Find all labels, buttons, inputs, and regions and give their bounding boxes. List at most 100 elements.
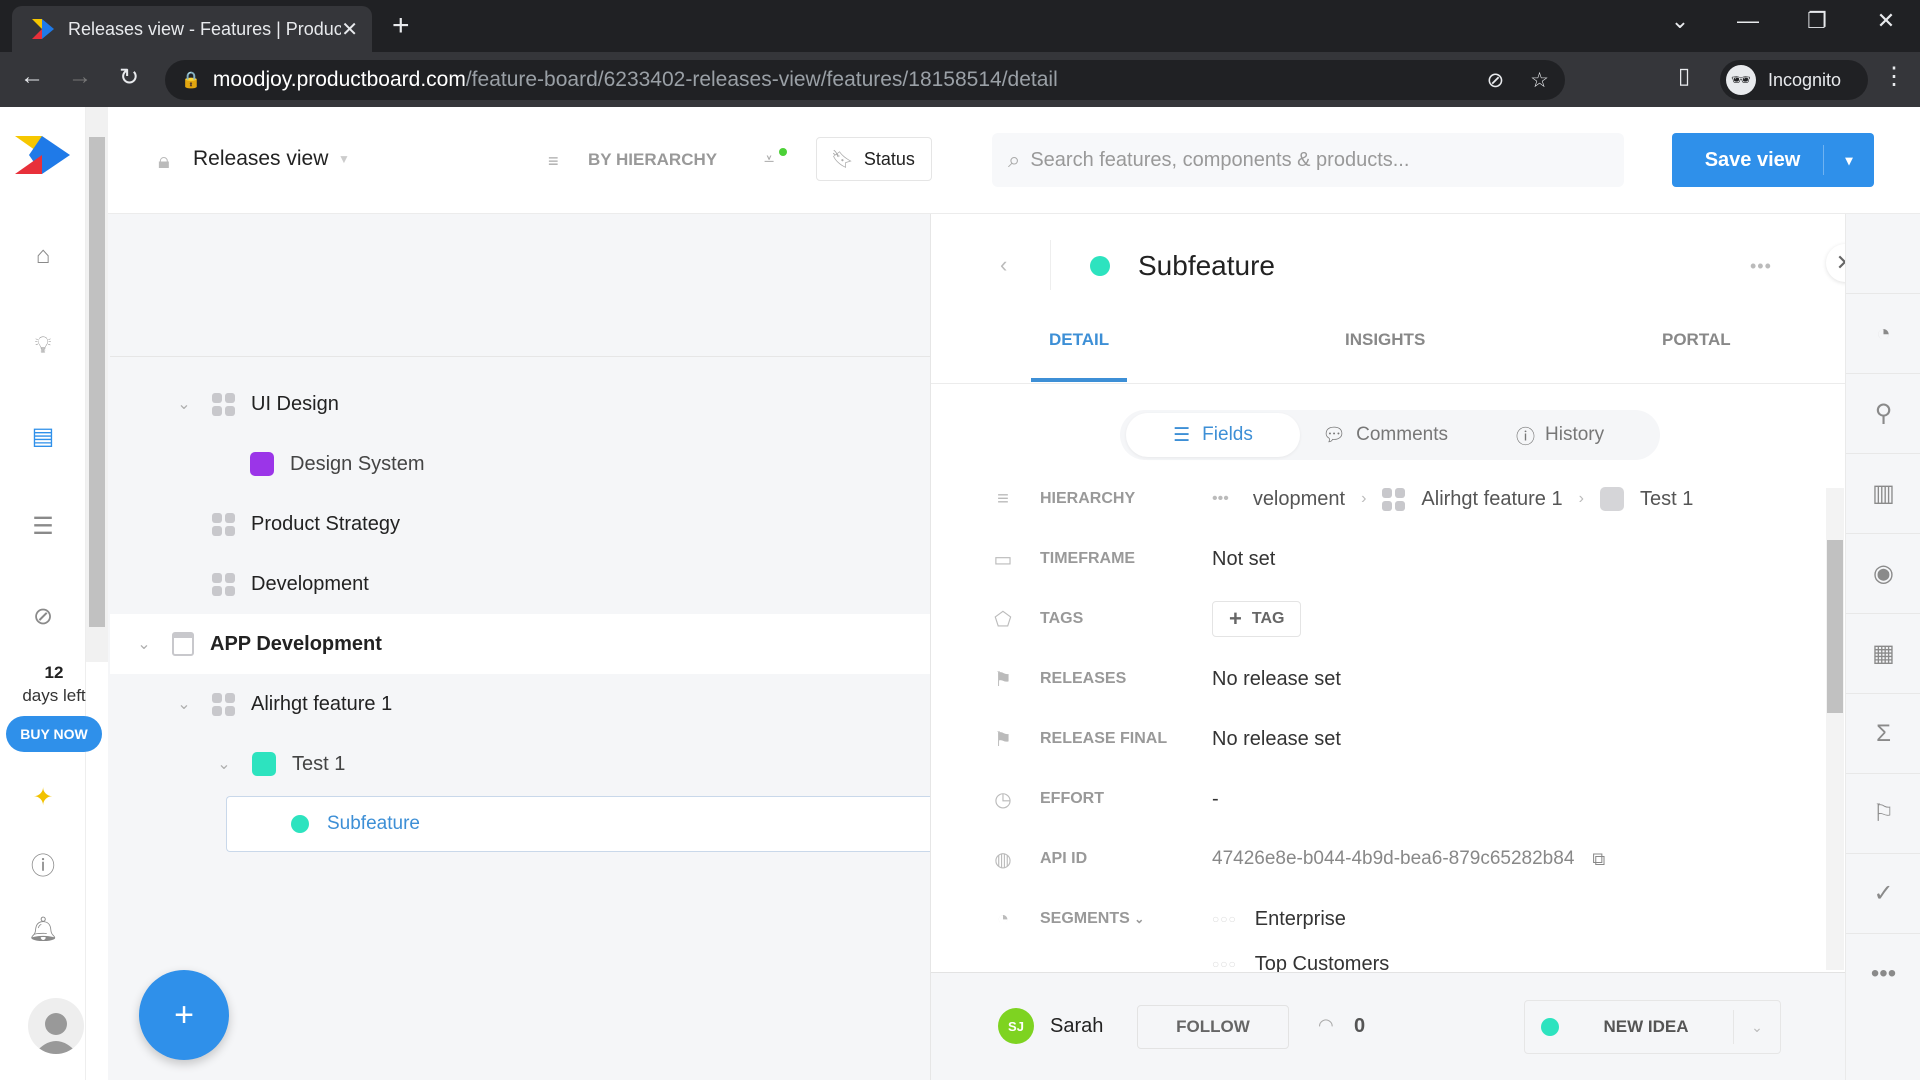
compass-icon[interactable]: ⊘ xyxy=(22,595,64,637)
roadmap-icon[interactable]: ☰ xyxy=(22,505,64,547)
chevron-down-icon[interactable]: ⌄ xyxy=(1734,1019,1780,1036)
search-icon: ⌕ xyxy=(1008,147,1021,172)
tab-portal[interactable]: PORTAL xyxy=(1662,330,1731,350)
tab-detail[interactable]: DETAIL xyxy=(1049,330,1109,350)
search-input[interactable]: ⌕ Search features, components & products.… xyxy=(992,133,1624,187)
product-icon xyxy=(172,632,194,656)
follow-button[interactable]: FOLLOW xyxy=(1137,1005,1289,1049)
company-icon[interactable]: ▥ xyxy=(1846,454,1920,534)
status-dropdown[interactable]: NEW IDEA ⌄ xyxy=(1524,1000,1781,1054)
trial-days-label: days left xyxy=(22,686,86,705)
save-view-button[interactable]: Save view ▾ xyxy=(1672,133,1874,187)
close-window-icon[interactable]: ✕ xyxy=(1866,8,1906,34)
tree-row[interactable]: Product Strategy xyxy=(110,494,930,554)
detail-title[interactable]: Subfeature xyxy=(1138,250,1275,282)
new-tab-icon[interactable]: + xyxy=(392,10,410,42)
owner-avatar[interactable]: SJ xyxy=(998,1008,1034,1044)
features-board-icon[interactable]: ▤ xyxy=(22,415,64,457)
status-button[interactable]: 🔖︎ Status xyxy=(816,137,932,181)
subtab-fields[interactable]: ☰ Fields xyxy=(1126,413,1300,457)
breadcrumb-item[interactable]: Test 1 xyxy=(1640,488,1693,511)
tree-row[interactable]: ⌄ Alirhgt feature 1 xyxy=(110,674,930,734)
subtab-history[interactable]: ⓘ History xyxy=(1516,413,1604,457)
star-icon[interactable]: ☆ xyxy=(1530,68,1549,93)
browser-tab[interactable]: Releases view - Features | Productboard … xyxy=(12,6,372,52)
more-icon[interactable]: ••• xyxy=(1846,934,1920,1014)
copy-icon[interactable]: ⧉ xyxy=(1592,849,1605,870)
insights-bulb-icon[interactable]: 💡︎ xyxy=(22,325,64,367)
release-final-value[interactable]: No release set xyxy=(1212,728,1341,751)
segments-icon[interactable]: ◔ xyxy=(1846,294,1920,374)
home-icon[interactable]: ⌂ xyxy=(22,235,64,277)
chevron-down-icon[interactable]: ⌄ xyxy=(170,694,198,714)
check-circle-icon[interactable]: ✓ xyxy=(1846,854,1920,934)
segments-label-wrap[interactable]: SEGMENTS ⌄ xyxy=(1040,910,1212,928)
chevron-down-icon[interactable]: ⌄ xyxy=(210,754,238,774)
effort-value[interactable]: - xyxy=(1212,788,1219,811)
productboard-logo[interactable] xyxy=(15,136,70,174)
release-flag-icon[interactable]: ⚐ xyxy=(1846,774,1920,854)
tree-row[interactable]: ⌄ Test 1 xyxy=(110,734,930,794)
formula-sigma-icon[interactable]: Σ xyxy=(1846,694,1920,774)
create-button[interactable]: + xyxy=(139,970,229,1060)
eye-off-icon[interactable]: ⊘ xyxy=(1487,68,1505,93)
buy-now-button[interactable]: BUY NOW xyxy=(6,716,102,752)
releases-value[interactable]: No release set xyxy=(1212,668,1341,691)
segment-rating-icon[interactable]: ○○○ xyxy=(1212,912,1237,926)
tab-search-icon[interactable]: ⌄ xyxy=(1660,8,1700,34)
tree-row[interactable]: Design System xyxy=(110,434,930,494)
save-options-chevron-icon[interactable]: ▾ xyxy=(1824,152,1874,169)
detail-status-dot[interactable] xyxy=(1090,256,1110,276)
info-icon: ⓘ xyxy=(1516,426,1536,448)
trial-days-count: 12 xyxy=(44,663,64,682)
filter-icon[interactable]: ⩡ xyxy=(764,149,774,170)
group-by-button[interactable]: BY HIERARCHY xyxy=(588,150,717,170)
chevron-down-icon[interactable]: ⌄ xyxy=(130,634,158,654)
owner-name[interactable]: Sarah xyxy=(1050,1015,1103,1038)
chevron-down-icon[interactable]: ⌄ xyxy=(170,394,198,414)
sparkle-icon[interactable]: ✦ xyxy=(22,776,64,818)
tree-row[interactable]: ⌄ UI Design xyxy=(110,374,930,434)
side-panel-icon[interactable]: ▯ xyxy=(1678,63,1690,89)
reload-icon[interactable]: ↻ xyxy=(113,63,145,92)
more-options-icon[interactable]: ••• xyxy=(1750,256,1772,277)
timeframe-value[interactable]: Not set xyxy=(1212,548,1275,571)
close-tab-icon[interactable]: ✕ xyxy=(341,17,358,42)
sidebar-scrollbar[interactable] xyxy=(86,107,108,662)
tree-row-label: Alirhgt feature 1 xyxy=(251,692,393,715)
calendar-icon: ▭ xyxy=(993,548,1013,571)
subtab-comments[interactable]: 💬︎ Comments xyxy=(1322,413,1448,457)
breadcrumb-item[interactable]: Alirhgt feature 1 xyxy=(1421,488,1562,511)
breadcrumb-item[interactable]: velopment xyxy=(1253,488,1345,511)
status-label: NEW IDEA xyxy=(1603,1017,1689,1036)
segment-rating-icon[interactable]: ○○○ xyxy=(1212,957,1237,971)
field-label: HIERARCHY xyxy=(1040,490,1136,507)
profile-button[interactable]: 🕶 Incognito xyxy=(1720,60,1868,100)
bell-icon[interactable]: 🔔︎ xyxy=(22,908,64,950)
user-icon[interactable]: ⚲ xyxy=(1846,374,1920,454)
view-name[interactable]: Releases view xyxy=(193,147,328,171)
add-tag-button[interactable]: + TAG xyxy=(1212,601,1302,637)
detail-scrollbar[interactable] xyxy=(1826,488,1844,970)
help-icon[interactable]: ⓘ xyxy=(22,842,64,884)
plus-icon: + xyxy=(174,995,194,1034)
scrollbar-thumb[interactable] xyxy=(89,137,105,627)
back-chevron-icon[interactable]: ‹ xyxy=(1000,252,1007,278)
tree-row[interactable]: ⌄ APP Development xyxy=(110,614,930,674)
forward-icon[interactable]: → xyxy=(64,63,96,91)
restore-icon[interactable]: ❐ xyxy=(1797,8,1837,34)
table-icon[interactable]: ▦ xyxy=(1846,614,1920,694)
user-avatar[interactable] xyxy=(28,998,84,1054)
hierarchy-more-icon[interactable]: ••• xyxy=(1212,490,1229,508)
back-icon[interactable]: ← xyxy=(16,63,48,91)
tree-row[interactable]: Development xyxy=(110,554,930,614)
minimize-icon[interactable]: — xyxy=(1728,8,1768,34)
scrollbar-thumb[interactable] xyxy=(1827,540,1843,713)
tab-title: Releases view - Features | Productboard xyxy=(68,18,342,39)
address-bar[interactable]: 🔒 moodjoy.productboard.com/feature-board… xyxy=(165,60,1565,100)
tree-row-selected[interactable]: Subfeature xyxy=(226,796,930,852)
tab-insights[interactable]: INSIGHTS xyxy=(1345,330,1425,350)
view-dropdown-icon[interactable]: ▼ xyxy=(338,152,350,166)
browser-menu-icon[interactable]: ⋮ xyxy=(1882,62,1906,91)
objective-icon[interactable]: ◉ xyxy=(1846,534,1920,614)
